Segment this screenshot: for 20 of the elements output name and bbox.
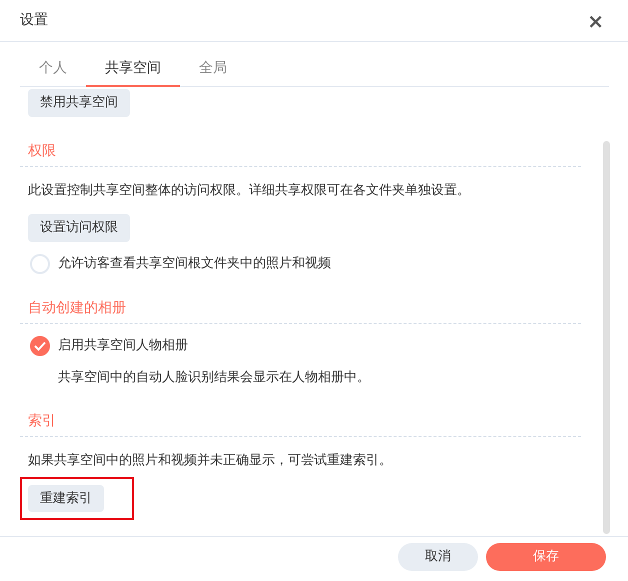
tab[interactable]: 个人 bbox=[20, 54, 86, 87]
description-text: 共享空间中的自动人脸识别结果会显示在人物相册中。 bbox=[58, 368, 371, 386]
tab[interactable]: 全局 bbox=[180, 54, 246, 87]
section-title: 索引 bbox=[20, 411, 581, 437]
action-button[interactable]: 设置访问权限 bbox=[28, 214, 130, 242]
disable-button[interactable]: 禁用共享空间 bbox=[28, 89, 130, 116]
checkbox[interactable] bbox=[30, 336, 50, 356]
description-text: 此设置控制共享空间整体的访问权限。详细共享权限可在各文件夹单独设置。 bbox=[28, 182, 471, 200]
check-icon bbox=[34, 340, 46, 350]
checkbox-label: 启用共享空间人物相册 bbox=[58, 336, 188, 355]
checkbox-label: 允许访客查看共享空间根文件夹中的照片和视频 bbox=[58, 254, 331, 273]
close-button[interactable]: × bbox=[583, 10, 608, 30]
scrollbar[interactable] bbox=[603, 141, 610, 534]
action-button[interactable]: 重建索引 bbox=[28, 484, 104, 512]
window-title: 设置 bbox=[20, 11, 48, 30]
cancel-button[interactable]: 取消 bbox=[398, 543, 478, 571]
section-title: 权限 bbox=[20, 140, 581, 166]
description-text: 如果共享空间中的照片和视频并未正确显示，可尝试重建索引。 bbox=[28, 452, 393, 470]
section-title: 自动创建的相册 bbox=[20, 298, 581, 324]
tab[interactable]: 共享空间 bbox=[86, 54, 180, 87]
